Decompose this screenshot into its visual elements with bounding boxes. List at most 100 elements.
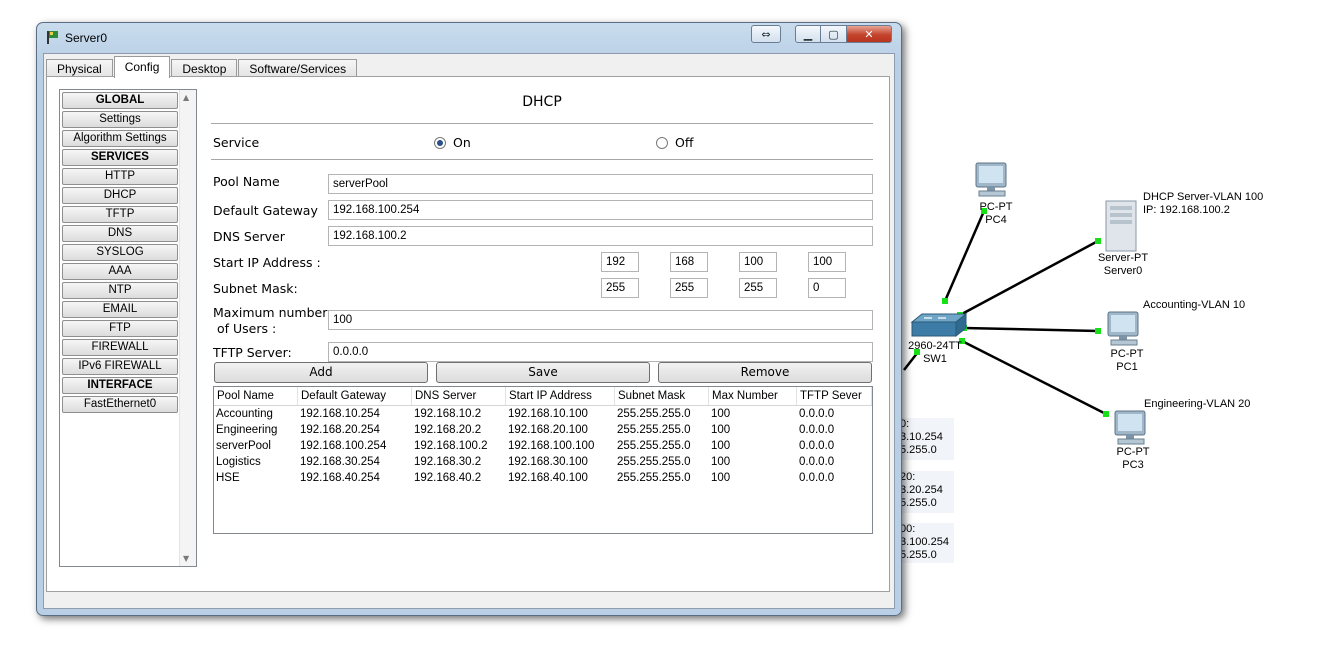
sidebar-item-http[interactable]: HTTP [62, 168, 178, 185]
sidebar-item-global[interactable]: GLOBAL [62, 92, 178, 109]
pc3-name-label: PC3 [1122, 459, 1144, 471]
pool-name-input[interactable]: serverPool [328, 174, 873, 194]
pc1-type-label: PC-PT [1110, 348, 1144, 360]
port-light [1095, 328, 1101, 334]
app-flag-icon [47, 31, 58, 44]
sidebar-item-syslog[interactable]: SYSLOG [62, 244, 178, 261]
sidebar-item-dns[interactable]: DNS [62, 225, 178, 242]
sidebar-item-algorithm-settings[interactable]: Algorithm Settings [62, 130, 178, 147]
save-button[interactable]: Save [436, 362, 650, 383]
table-cell: 100 [711, 424, 731, 436]
tftp-server-label: TFTP Server: [213, 345, 292, 360]
pc3-type-label: PC-PT [1116, 446, 1150, 458]
config-sidebar: GLOBAL Settings Algorithm Settings SERVICES… [59, 89, 197, 567]
server0-server-icon[interactable] [1105, 200, 1137, 252]
table-cell: 192.168.100.2 [414, 440, 488, 452]
port-light [1095, 238, 1101, 244]
vlan-note-line: 5.255.0 [900, 549, 937, 561]
sidebar-item-fastethernet0[interactable]: FastEthernet0 [62, 396, 178, 413]
table-cell: serverPool [216, 440, 271, 452]
sidebar-item-ntp[interactable]: NTP [62, 282, 178, 299]
server0-note-line1: DHCP Server-VLAN 100 [1143, 191, 1264, 203]
column-header[interactable]: Pool Name [214, 387, 298, 405]
max-users-input[interactable]: 100 [328, 310, 873, 330]
sidebar-item-email[interactable]: EMAIL [62, 301, 178, 318]
port-light [1103, 411, 1109, 417]
swap-view-button[interactable]: ⇔ [751, 25, 781, 43]
column-header[interactable]: Subnet Mask [615, 387, 709, 405]
service-off-radio[interactable] [656, 137, 668, 149]
sidebar-scrollbar[interactable]: ▲ ▼ [179, 90, 196, 566]
subnet-mask-octet-1[interactable]: 255 [601, 278, 639, 298]
sidebar-item-dhcp[interactable]: DHCP [62, 187, 178, 204]
column-header[interactable]: Default Gateway [298, 387, 412, 405]
dns-server-input[interactable]: 192.168.100.2 [328, 226, 873, 246]
vlan-note-line: 5.255.0 [900, 497, 937, 509]
pool-name-label: Pool Name [213, 174, 280, 189]
sw1-switch-icon[interactable] [910, 312, 968, 338]
tftp-server-input[interactable]: 0.0.0.0 [328, 342, 873, 362]
start-ip-octet-4[interactable]: 100 [808, 252, 846, 272]
table-cell: Accounting [216, 408, 273, 420]
scroll-up-icon[interactable]: ▲ [183, 93, 189, 102]
sidebar-item-aaa[interactable]: AAA [62, 263, 178, 280]
service-on-radio[interactable] [434, 137, 446, 149]
sidebar-item-tftp[interactable]: TFTP [62, 206, 178, 223]
vlan-note-line: 3.10.254 [900, 431, 943, 443]
table-cell: Logistics [216, 456, 261, 468]
minimize-button[interactable]: ▁ [795, 25, 821, 43]
dns-server-label: DNS Server [213, 229, 285, 244]
table-cell: 192.168.100.100 [508, 440, 595, 452]
start-ip-octet-2[interactable]: 168 [670, 252, 708, 272]
close-button[interactable]: ✕ [847, 25, 892, 43]
sidebar-item-ftp[interactable]: FTP [62, 320, 178, 337]
add-button[interactable]: Add [214, 362, 428, 383]
remove-button[interactable]: Remove [658, 362, 872, 383]
scroll-down-icon[interactable]: ▼ [183, 554, 189, 563]
column-header[interactable]: Max Number [709, 387, 797, 405]
server0-note-line2: IP: 192.168.100.2 [1143, 204, 1230, 216]
pool-table-body: Accounting 192.168.10.254 192.168.10.2 192.… [214, 406, 872, 486]
sidebar-item-firewall[interactable]: FIREWALL [62, 339, 178, 356]
vlan-note-line: 00: [900, 523, 916, 535]
subnet-mask-octet-4[interactable]: 0 [808, 278, 846, 298]
table-row[interactable]: Logistics 192.168.30.254 192.168.30.2 192.1… [214, 454, 872, 470]
subnet-mask-octet-3[interactable]: 255 [739, 278, 777, 298]
pc4-computer-icon[interactable] [975, 162, 1007, 197]
table-cell: 192.168.20.254 [300, 424, 380, 436]
column-header[interactable]: Start IP Address [506, 387, 615, 405]
pc1-computer-icon[interactable] [1107, 311, 1139, 346]
table-row[interactable]: HSE 192.168.40.254 192.168.40.2 192.168.40.… [214, 470, 872, 486]
vlan-note-line: 3.20.254 [900, 484, 943, 496]
start-ip-octet-3[interactable]: 100 [739, 252, 777, 272]
sidebar-item-interface[interactable]: INTERFACE [62, 377, 178, 394]
table-row[interactable]: serverPool 192.168.100.254 192.168.100.2 19… [214, 438, 872, 454]
sidebar-item-services[interactable]: SERVICES [62, 149, 178, 166]
divider [211, 159, 873, 160]
table-cell: 192.168.40.2 [414, 472, 482, 484]
default-gateway-input[interactable]: 192.168.100.254 [328, 200, 873, 220]
maximize-button[interactable]: ▢ [821, 25, 847, 43]
table-cell: 0.0.0.0 [799, 440, 835, 452]
sw1-name-label: SW1 [923, 353, 947, 365]
vlan-note-line: 3.100.254 [900, 536, 949, 548]
table-cell: 0.0.0.0 [799, 408, 835, 420]
column-header[interactable]: DNS Server [412, 387, 506, 405]
sidebar-item-settings[interactable]: Settings [62, 111, 178, 128]
port-light [942, 298, 948, 304]
max-users-label-line2: of Users : [217, 321, 277, 336]
vlan-note-box: 0: 3.10.254 5.255.0 [900, 418, 954, 460]
subnet-mask-octet-2[interactable]: 255 [670, 278, 708, 298]
start-ip-octet-1[interactable]: 192 [601, 252, 639, 272]
pool-table-header: Pool Name Default Gateway DNS Server Sta… [214, 387, 872, 406]
pc3-computer-icon[interactable] [1114, 410, 1146, 445]
title-bar[interactable]: Server0 ⇔ ▁ ▢ ✕ [37, 23, 901, 51]
column-header[interactable]: TFTP Sever [797, 387, 872, 405]
vlan-note-box: 20: 3.20.254 5.255.0 [900, 471, 954, 513]
window-client-area: Physical Config Desktop Software/Service… [43, 53, 895, 609]
table-row[interactable]: Engineering 192.168.20.254 192.168.20.2 192… [214, 422, 872, 438]
table-row[interactable]: Accounting 192.168.10.254 192.168.10.2 192.… [214, 406, 872, 422]
sidebar-item-ipv6-firewall[interactable]: IPv6 FIREWALL [62, 358, 178, 375]
tab-config[interactable]: Config [113, 56, 171, 78]
table-cell: 192.168.20.100 [508, 424, 588, 436]
